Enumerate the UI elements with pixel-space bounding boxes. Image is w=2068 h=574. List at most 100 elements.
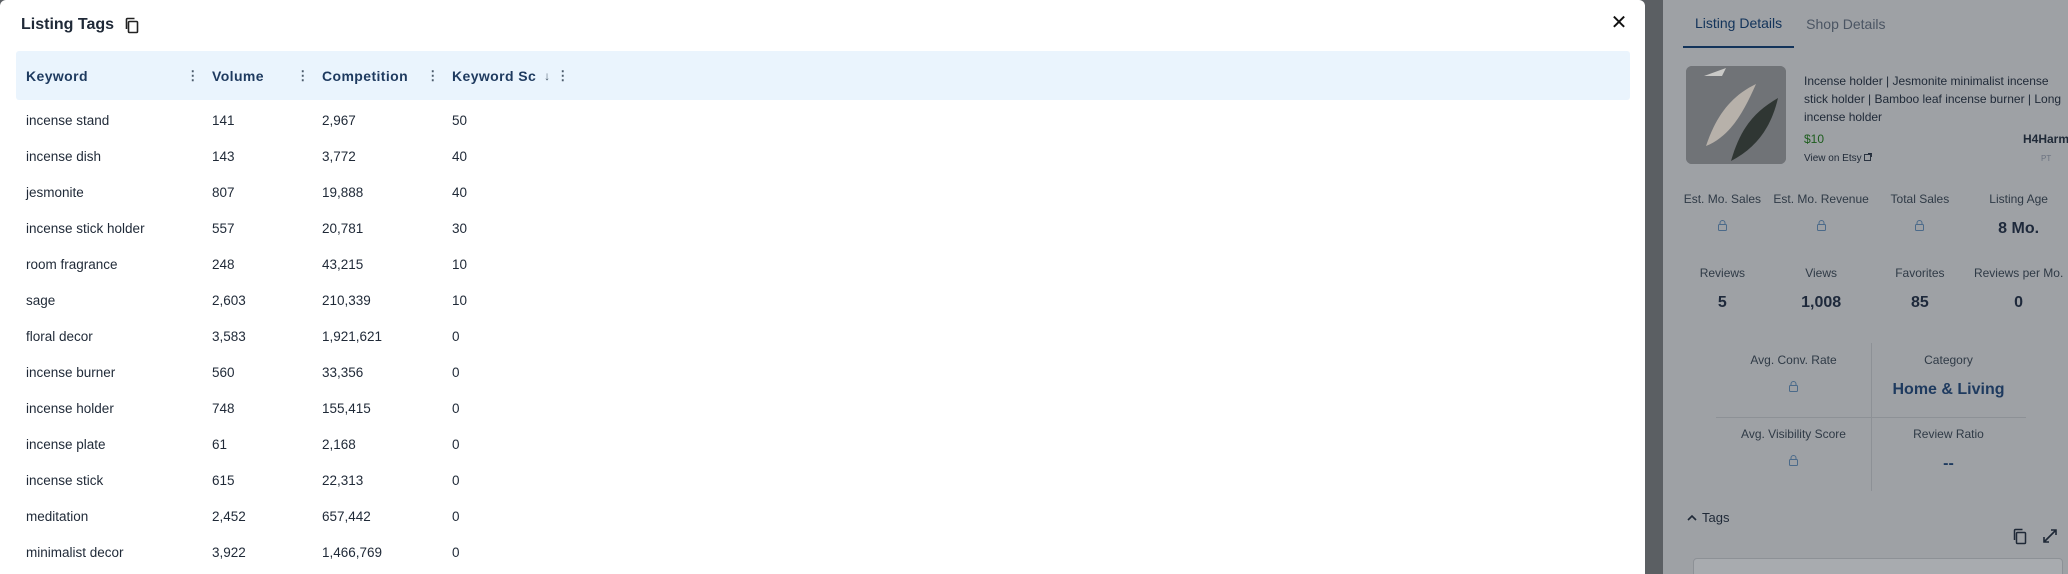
- table-row[interactable]: incense dish 143 3,772 40: [16, 138, 1630, 174]
- product-price: $10: [1804, 132, 1825, 146]
- stat-avg-conv-rate: Avg. Conv. Rate: [1716, 343, 1871, 417]
- column-header-keyword[interactable]: Keyword ⋮: [16, 51, 202, 100]
- keyword-score-cell: 0: [452, 436, 460, 452]
- sort-down-icon[interactable]: ↓: [544, 69, 550, 83]
- view-on-etsy-link[interactable]: View on Etsy: [1804, 153, 1873, 164]
- keyword-cell: incense plate: [26, 436, 106, 452]
- copy-icon[interactable]: [123, 16, 141, 34]
- table-row[interactable]: incense stick holder 557 20,781 30: [16, 210, 1630, 246]
- table-row[interactable]: jesmonite 807 19,888 40: [16, 174, 1630, 210]
- volume-cell: 557: [212, 220, 235, 236]
- shop-name[interactable]: H4Harmony: [2023, 132, 2068, 146]
- stat-reviews-per-month: Reviews per Mo. 0: [1973, 266, 2064, 311]
- tab-shop-details[interactable]: Shop Details: [1794, 0, 1897, 48]
- keyword-cell: sage: [26, 292, 56, 308]
- column-header-volume[interactable]: Volume ⋮: [202, 51, 312, 100]
- lock-icon[interactable]: [1716, 455, 1871, 466]
- keyword-score-cell: 0: [452, 508, 460, 524]
- expand-icon[interactable]: [2042, 528, 2058, 550]
- table-row[interactable]: floral decor 3,583 1,921,621 0: [16, 318, 1630, 354]
- volume-cell: 143: [212, 148, 235, 164]
- volume-cell: 61: [212, 436, 228, 452]
- lock-icon[interactable]: [1772, 220, 1871, 231]
- external-link-icon: [1864, 153, 1873, 164]
- competition-cell: 20,781: [322, 220, 364, 236]
- volume-cell: 748: [212, 400, 235, 416]
- column-menu-icon[interactable]: ⋮: [426, 68, 439, 84]
- stat-reviews: Reviews 5: [1699, 266, 1746, 311]
- keyword-cell: incense stand: [26, 112, 110, 128]
- stats-row-1: Est. Mo. Sales Est. Mo. Revenue Total Sa…: [1673, 192, 2068, 238]
- keyword-cell: jesmonite: [26, 184, 84, 200]
- keyword-score-cell: 0: [452, 472, 460, 488]
- close-icon[interactable]: ✕: [1609, 12, 1629, 34]
- keyword-score-cell: 0: [452, 544, 460, 560]
- column-menu-icon[interactable]: ⋮: [556, 68, 569, 84]
- keyword-score-cell: 40: [452, 184, 468, 200]
- column-header-competition[interactable]: Competition ⋮: [312, 51, 442, 100]
- product-thumbnail[interactable]: [1686, 66, 1786, 164]
- stat-review-ratio: Review Ratio --: [1913, 427, 1984, 472]
- modal-side-divider: [1645, 0, 1663, 574]
- modal-header: Listing Tags: [0, 0, 1645, 50]
- volume-cell: 2,603: [212, 292, 246, 308]
- table-header: Keyword ⋮ Volume ⋮ Competition ⋮ Keyword…: [16, 51, 1630, 100]
- keyword-cell: incense holder: [26, 400, 114, 416]
- competition-cell: 43,215: [322, 256, 364, 272]
- keyword-cell: incense burner: [26, 364, 116, 380]
- competition-cell: 22,313: [322, 472, 364, 488]
- chevron-up-icon: [1687, 514, 1697, 521]
- stat-est-mo-sales: Est. Mo. Sales: [1673, 192, 1772, 238]
- keyword-score-cell: 0: [452, 328, 460, 344]
- lock-icon[interactable]: [1871, 220, 1970, 231]
- competition-cell: 19,888: [322, 184, 364, 200]
- table-row[interactable]: room fragrance 248 43,215 10: [16, 246, 1630, 282]
- keyword-score-cell: 0: [452, 364, 460, 380]
- tab-listing-details[interactable]: Listing Details: [1683, 0, 1795, 48]
- stat-total-sales: Total Sales: [1871, 192, 1970, 238]
- table-row[interactable]: sage 2,603 210,339 10: [16, 282, 1630, 318]
- keyword-table: Keyword ⋮ Volume ⋮ Competition ⋮ Keyword…: [16, 51, 1630, 570]
- table-row[interactable]: incense holder 748 155,415 0: [16, 390, 1630, 426]
- competition-cell: 33,356: [322, 364, 364, 380]
- listing-tags-modal: Listing Tags ✕ Keyword ⋮ Volume ⋮ Compet…: [0, 0, 1645, 574]
- table-row[interactable]: incense stand 141 2,967 50: [16, 102, 1630, 138]
- volume-cell: 3,922: [212, 544, 246, 560]
- keyword-score-cell: 40: [452, 148, 468, 164]
- tags-section-toggle[interactable]: Tags: [1687, 510, 1729, 525]
- tags-actions: [2012, 528, 2058, 550]
- keyword-score-cell: 30: [452, 220, 468, 236]
- table-row[interactable]: meditation 2,452 657,442 0: [16, 498, 1630, 534]
- competition-cell: 1,921,621: [322, 328, 383, 344]
- column-menu-icon[interactable]: ⋮: [186, 68, 199, 84]
- competition-cell: 3,772: [322, 148, 356, 164]
- listing-side-panel: Listing Details Shop Details Incense hol…: [1663, 0, 2068, 574]
- product-title[interactable]: Incense holder | Jesmonite minimalist in…: [1804, 72, 2066, 126]
- lock-icon[interactable]: [1673, 220, 1772, 231]
- column-menu-icon[interactable]: ⋮: [296, 68, 309, 84]
- competition-cell: 2,168: [322, 436, 356, 452]
- stat-views: Views 1,008: [1801, 266, 1842, 311]
- keyword-score-cell: 10: [452, 292, 468, 308]
- table-row[interactable]: incense stick 615 22,313 0: [16, 462, 1630, 498]
- competition-cell: 210,339: [322, 292, 371, 308]
- keyword-cell: incense stick: [26, 472, 104, 488]
- side-tabs: Listing Details Shop Details: [1683, 0, 1898, 48]
- table-body: incense stand 141 2,967 50 incense dish 143 3,…: [16, 102, 1630, 570]
- volume-cell: 141: [212, 112, 235, 128]
- volume-cell: 807: [212, 184, 235, 200]
- copy-icon[interactable]: [2012, 528, 2028, 550]
- stat-favorites: Favorites 85: [1895, 266, 1945, 311]
- table-row[interactable]: minimalist decor 3,922 1,466,769 0: [16, 534, 1630, 570]
- tags-box: [1693, 558, 2063, 574]
- table-row[interactable]: incense burner 560 33,356 0: [16, 354, 1630, 390]
- stat-listing-age: Listing Age 8 Mo.: [1989, 192, 2048, 237]
- competition-cell: 155,415: [322, 400, 371, 416]
- modal-title: Listing Tags: [21, 16, 115, 33]
- keyword-cell: meditation: [26, 508, 89, 524]
- table-row[interactable]: incense plate 61 2,168 0: [16, 426, 1630, 462]
- column-header-keyword-score[interactable]: Keyword Sc ↓ ⋮: [442, 51, 572, 100]
- lock-icon[interactable]: [1716, 381, 1871, 392]
- stats-row-2: Reviews 5 Views 1,008 Favorites 85 Revie…: [1673, 266, 2068, 312]
- shop-country: PT: [2041, 154, 2052, 163]
